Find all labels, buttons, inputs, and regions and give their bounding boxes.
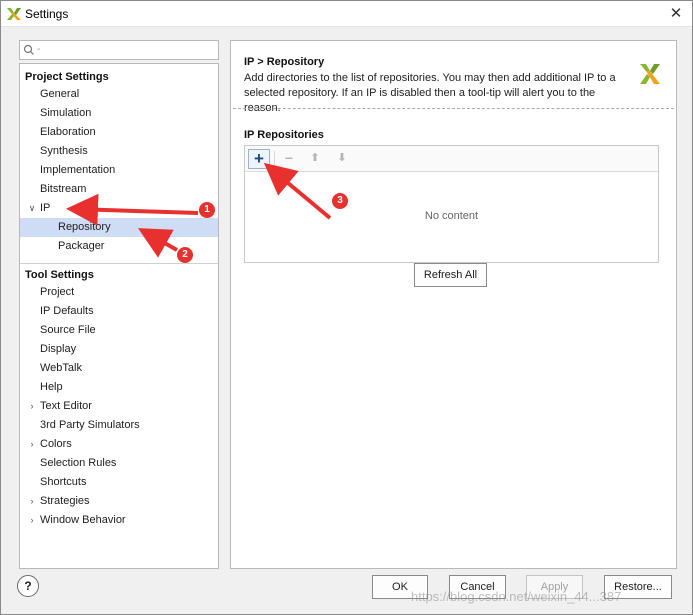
tree-item-help[interactable]: Help: [20, 378, 218, 397]
settings-content-panel: IP > Repository Add directories to the l…: [230, 40, 677, 569]
tree-item-project[interactable]: Project: [20, 283, 218, 302]
tree-item-text-editor: Text Editor: [40, 400, 92, 412]
tree-item-general[interactable]: General: [20, 85, 218, 104]
xilinx-logo-icon: [7, 8, 21, 20]
chevron-right-icon[interactable]: ›: [27, 511, 37, 530]
ip-repositories-heading: IP Repositories: [244, 129, 324, 141]
tree-item-text-editor-row[interactable]: › Text Editor: [20, 397, 218, 416]
tree-item-colors: Colors: [40, 438, 72, 450]
tree-item-ip: IP: [40, 202, 51, 214]
repository-toolbar: + − ⬆ ⬇: [245, 146, 658, 172]
empty-list-message: No content: [424, 210, 479, 222]
chevron-right-icon[interactable]: ›: [27, 435, 37, 454]
refresh-all-button[interactable]: Refresh All: [414, 263, 487, 287]
tree-item-synthesis[interactable]: Synthesis: [20, 142, 218, 161]
tree-item-3rd-party-simulators[interactable]: 3rd Party Simulators: [20, 416, 218, 435]
tree-divider: [20, 263, 218, 264]
tree-item-bitstream[interactable]: Bitstream: [20, 180, 218, 199]
settings-tree: Project Settings General Simulation Elab…: [19, 63, 219, 569]
title-bar: Settings ✕: [1, 1, 692, 27]
window-title: Settings: [25, 7, 69, 21]
remove-repository-button[interactable]: −: [278, 149, 300, 169]
tree-item-window-behavior-row[interactable]: › Window Behavior: [20, 511, 218, 530]
close-button[interactable]: ✕: [666, 4, 686, 24]
chevron-down-icon[interactable]: ∨: [27, 199, 37, 218]
project-settings-heading: Project Settings: [25, 71, 109, 83]
tree-item-implementation[interactable]: Implementation: [20, 161, 218, 180]
tree-item-window-behavior: Window Behavior: [40, 514, 126, 526]
page-description: Add directories to the list of repositor…: [244, 72, 616, 114]
tree-item-ip-defaults[interactable]: IP Defaults: [20, 302, 218, 321]
tree-item-strategies: Strategies: [40, 495, 90, 507]
tree-item-webtalk[interactable]: WebTalk: [20, 359, 218, 378]
watermark: https://blog.csdn.net/weixin_44...387: [411, 589, 622, 604]
tree-item-display[interactable]: Display: [20, 340, 218, 359]
toolbar-divider: [274, 151, 275, 167]
annotation-badge-2: 2: [177, 247, 193, 263]
add-repository-button[interactable]: +: [248, 149, 270, 169]
tree-item-elaboration[interactable]: Elaboration: [20, 123, 218, 142]
chevron-right-icon[interactable]: ›: [27, 397, 37, 416]
tree-item-simulation[interactable]: Simulation: [20, 104, 218, 123]
xilinx-logo-icon: [640, 64, 660, 84]
header-divider: [233, 108, 674, 109]
tree-item-ip-row[interactable]: ∨ IP: [20, 199, 218, 218]
tree-item-strategies-row[interactable]: › Strategies: [20, 492, 218, 511]
tree-item-repository[interactable]: Repository: [20, 218, 218, 237]
settings-window: Settings ✕ - Project Settings General Si…: [0, 0, 693, 615]
repository-list: + − ⬆ ⬇ No content: [244, 145, 659, 263]
tree-item-selection-rules[interactable]: Selection Rules: [20, 454, 218, 473]
tree-item-shortcuts[interactable]: Shortcuts: [20, 473, 218, 492]
page-breadcrumb: IP > Repository: [244, 56, 325, 68]
search-placeholder: -: [37, 44, 41, 55]
chevron-right-icon[interactable]: ›: [27, 492, 37, 511]
search-input[interactable]: -: [19, 40, 219, 60]
annotation-badge-3: 3: [332, 193, 348, 209]
annotation-badge-1: 1: [199, 202, 215, 218]
tool-settings-heading: Tool Settings: [25, 269, 94, 281]
search-icon: [23, 44, 34, 55]
tree-item-colors-row[interactable]: › Colors: [20, 435, 218, 454]
move-up-button[interactable]: ⬆: [304, 149, 326, 169]
tree-item-source-file[interactable]: Source File: [20, 321, 218, 340]
help-button[interactable]: ?: [17, 575, 39, 597]
move-down-button[interactable]: ⬇: [331, 149, 353, 169]
